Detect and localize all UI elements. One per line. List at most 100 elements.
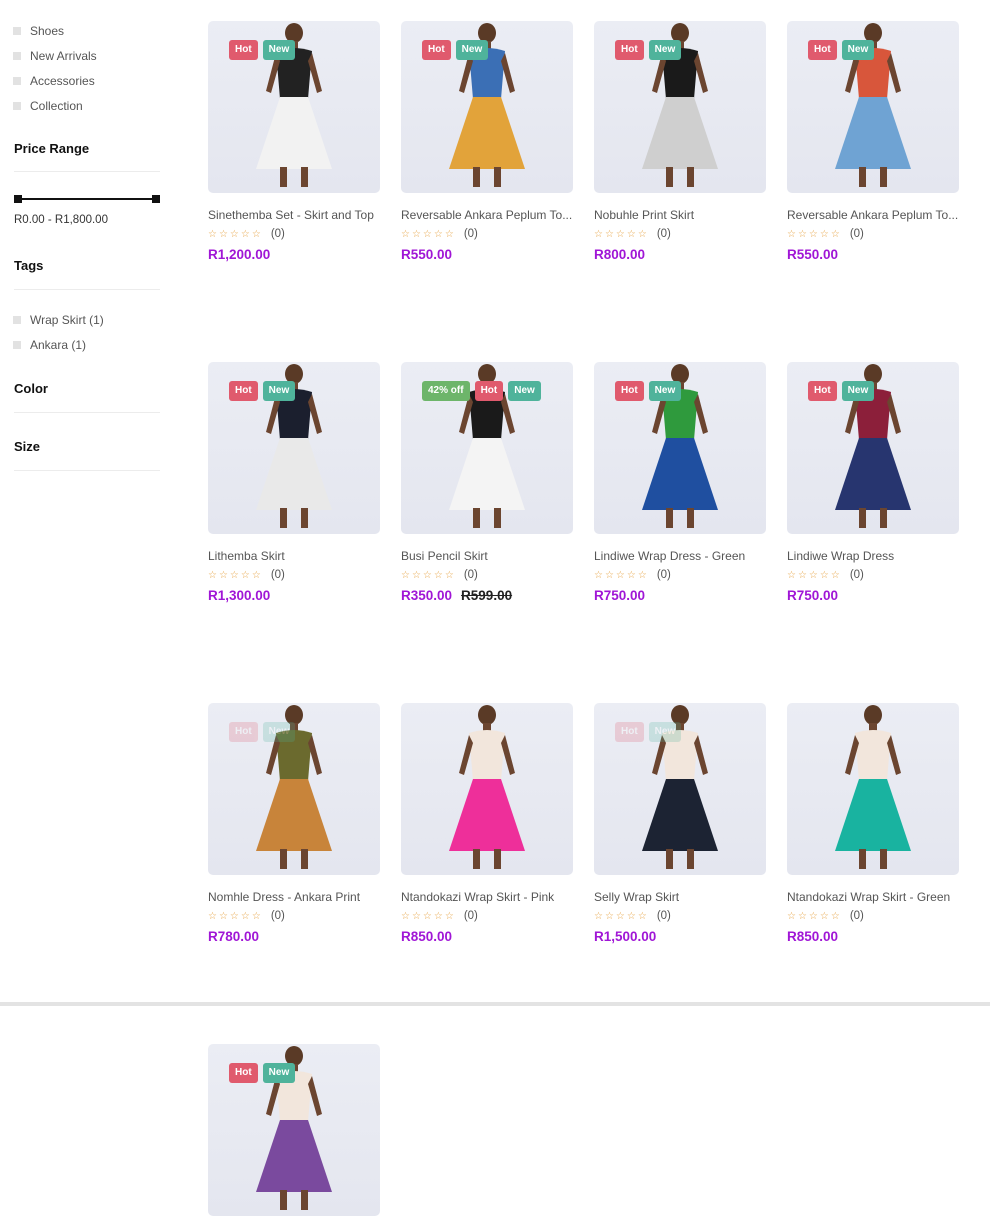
product-name[interactable]: Sinethemba Set - Skirt and Top	[208, 208, 380, 222]
hot-badge: Hot	[422, 40, 451, 60]
checkbox[interactable]	[13, 26, 21, 35]
price-range-value: R0.00 - R1,800.00	[14, 214, 108, 226]
category-item-shoes[interactable]: Shoes	[13, 18, 162, 43]
product-card[interactable]: Hot New Nomhle Dress - Ankara Print ☆☆☆☆☆ (0…	[208, 703, 380, 944]
category-item-collection[interactable]: Collection	[13, 93, 162, 118]
product-name[interactable]: Busi Pencil Skirt	[401, 549, 573, 563]
checkbox[interactable]	[13, 76, 21, 85]
product-name[interactable]: Nomhle Dress - Ankara Print	[208, 890, 380, 904]
price-range-slider[interactable]	[14, 194, 160, 204]
review-count: (0)	[656, 910, 671, 922]
product-image[interactable]	[401, 703, 573, 875]
product-image[interactable]: Hot New	[208, 703, 380, 875]
product-card[interactable]: Hot New Selly Wrap Skirt ☆☆☆☆☆ (0) R1,500.00	[594, 703, 766, 944]
review-count: (0)	[270, 910, 285, 922]
star-rating-icon: ☆☆☆☆☆	[208, 228, 263, 240]
new-badge: New	[841, 40, 875, 60]
star-rating-icon: ☆☆☆☆☆	[401, 228, 456, 240]
badge-group: Hot New	[229, 381, 296, 401]
checkbox[interactable]	[13, 315, 21, 324]
product-name[interactable]: Reversable Ankara Peplum To...	[787, 208, 959, 222]
product-image[interactable]: Hot New	[208, 21, 380, 193]
product-card[interactable]: Hot New Nobuhle Print Skirt ☆☆☆☆☆ (0) R800.00	[594, 21, 766, 262]
product-card[interactable]: Hot New Reversable Ankara Peplum To... ☆☆☆☆…	[787, 21, 959, 262]
product-price: R1,500.00	[594, 929, 657, 944]
product-image[interactable]: Hot New	[594, 21, 766, 193]
product-name[interactable]: Reversable Ankara Peplum To...	[401, 208, 573, 222]
original-price: R599.00	[461, 588, 513, 603]
product-image[interactable]: Hot New	[401, 21, 573, 193]
product-image[interactable]: Hot New	[208, 362, 380, 534]
price-range-title: Price Range	[14, 141, 90, 156]
tag-label: Wrap Skirt (1)	[30, 312, 104, 327]
product-card[interactable]: Hot New Lindiwe Wrap Dress - Green ☆☆☆☆☆ (0)…	[594, 362, 766, 603]
product-card[interactable]: Hot New Lindiwe Wrap Dress ☆☆☆☆☆ (0) R750.00	[787, 362, 959, 603]
checkbox[interactable]	[13, 340, 21, 349]
size-filter-title[interactable]: Size	[14, 439, 40, 454]
tag-item-ankara[interactable]: Ankara (1)	[13, 332, 104, 357]
product-image[interactable]: Hot New	[208, 1044, 380, 1216]
new-badge: New	[455, 40, 489, 60]
hot-badge: Hot	[229, 1063, 258, 1083]
product-name[interactable]: Ntandokazi Wrap Skirt - Pink	[401, 890, 573, 904]
product-price: R550.00	[401, 247, 453, 262]
product-name[interactable]: Lithemba Skirt	[208, 549, 380, 563]
product-rating: ☆☆☆☆☆ (0)	[594, 569, 766, 581]
badge-group: Hot New	[615, 722, 682, 742]
product-image[interactable]: Hot New	[594, 703, 766, 875]
product-image[interactable]: Hot New	[787, 21, 959, 193]
price-row: R350.00 R599.00	[401, 588, 573, 603]
hot-badge: Hot	[474, 381, 504, 401]
price-row: R750.00	[787, 588, 959, 603]
product-image[interactable]: 42% off Hot New	[401, 362, 573, 534]
product-card[interactable]: Ntandokazi Wrap Skirt - Pink ☆☆☆☆☆ (0) R850…	[401, 703, 573, 944]
review-count: (0)	[463, 910, 478, 922]
badge-group: Hot New	[615, 381, 682, 401]
new-badge: New	[508, 381, 541, 401]
product-name[interactable]: Nobuhle Print Skirt	[594, 208, 766, 222]
product-card[interactable]: Hot New Sinethemba Set - Skirt and Top ☆☆☆☆…	[208, 21, 380, 262]
product-card[interactable]: 42% off Hot New Busi Pencil Skirt ☆☆☆☆☆ (0) R3…	[401, 362, 573, 603]
price-row: R550.00	[787, 247, 959, 262]
hot-badge: Hot	[808, 40, 837, 60]
category-item-accessories[interactable]: Accessories	[13, 68, 162, 93]
product-rating: ☆☆☆☆☆ (0)	[208, 228, 380, 240]
product-name[interactable]: Lindiwe Wrap Dress - Green	[594, 549, 766, 563]
product-card[interactable]: Hot New	[208, 1044, 380, 1216]
category-item-new-arrivals[interactable]: New Arrivals	[13, 43, 162, 68]
category-label: New Arrivals	[30, 48, 97, 63]
tag-item-wrap-skirt[interactable]: Wrap Skirt (1)	[13, 307, 104, 332]
product-card[interactable]: Ntandokazi Wrap Skirt - Green ☆☆☆☆☆ (0) R85…	[787, 703, 959, 944]
product-card[interactable]: Hot New Lithemba Skirt ☆☆☆☆☆ (0) R1,300.00	[208, 362, 380, 603]
hot-badge: Hot	[229, 722, 258, 742]
new-badge: New	[262, 40, 296, 60]
badge-group: 42% off Hot New	[422, 381, 541, 401]
product-name[interactable]: Ntandokazi Wrap Skirt - Green	[787, 890, 959, 904]
product-grid: Hot New Sinethemba Set - Skirt and Top ☆☆☆☆…	[208, 21, 959, 1216]
product-image[interactable]: Hot New	[594, 362, 766, 534]
product-image[interactable]	[787, 703, 959, 875]
new-badge: New	[648, 381, 682, 401]
hot-badge: Hot	[808, 381, 837, 401]
product-price: R550.00	[787, 247, 839, 262]
product-name[interactable]: Lindiwe Wrap Dress	[787, 549, 959, 563]
product-price: R1,300.00	[208, 588, 271, 603]
slider-track	[16, 198, 158, 200]
price-row: R780.00	[208, 929, 380, 944]
review-count: (0)	[849, 228, 864, 240]
price-row: R850.00	[401, 929, 573, 944]
slider-max-handle[interactable]	[152, 195, 160, 203]
checkbox[interactable]	[13, 51, 21, 60]
color-filter-title[interactable]: Color	[14, 381, 48, 396]
checkbox[interactable]	[13, 101, 21, 110]
product-price: R1,200.00	[208, 247, 271, 262]
slider-min-handle[interactable]	[14, 195, 22, 203]
product-card[interactable]: Hot New Reversable Ankara Peplum To... ☆☆☆☆…	[401, 21, 573, 262]
product-image[interactable]: Hot New	[787, 362, 959, 534]
price-row: R750.00	[594, 588, 766, 603]
product-name[interactable]: Selly Wrap Skirt	[594, 890, 766, 904]
product-price: R850.00	[787, 929, 839, 944]
product-rating: ☆☆☆☆☆ (0)	[787, 228, 959, 240]
product-price: R750.00	[594, 588, 646, 603]
tags-title: Tags	[14, 258, 44, 273]
